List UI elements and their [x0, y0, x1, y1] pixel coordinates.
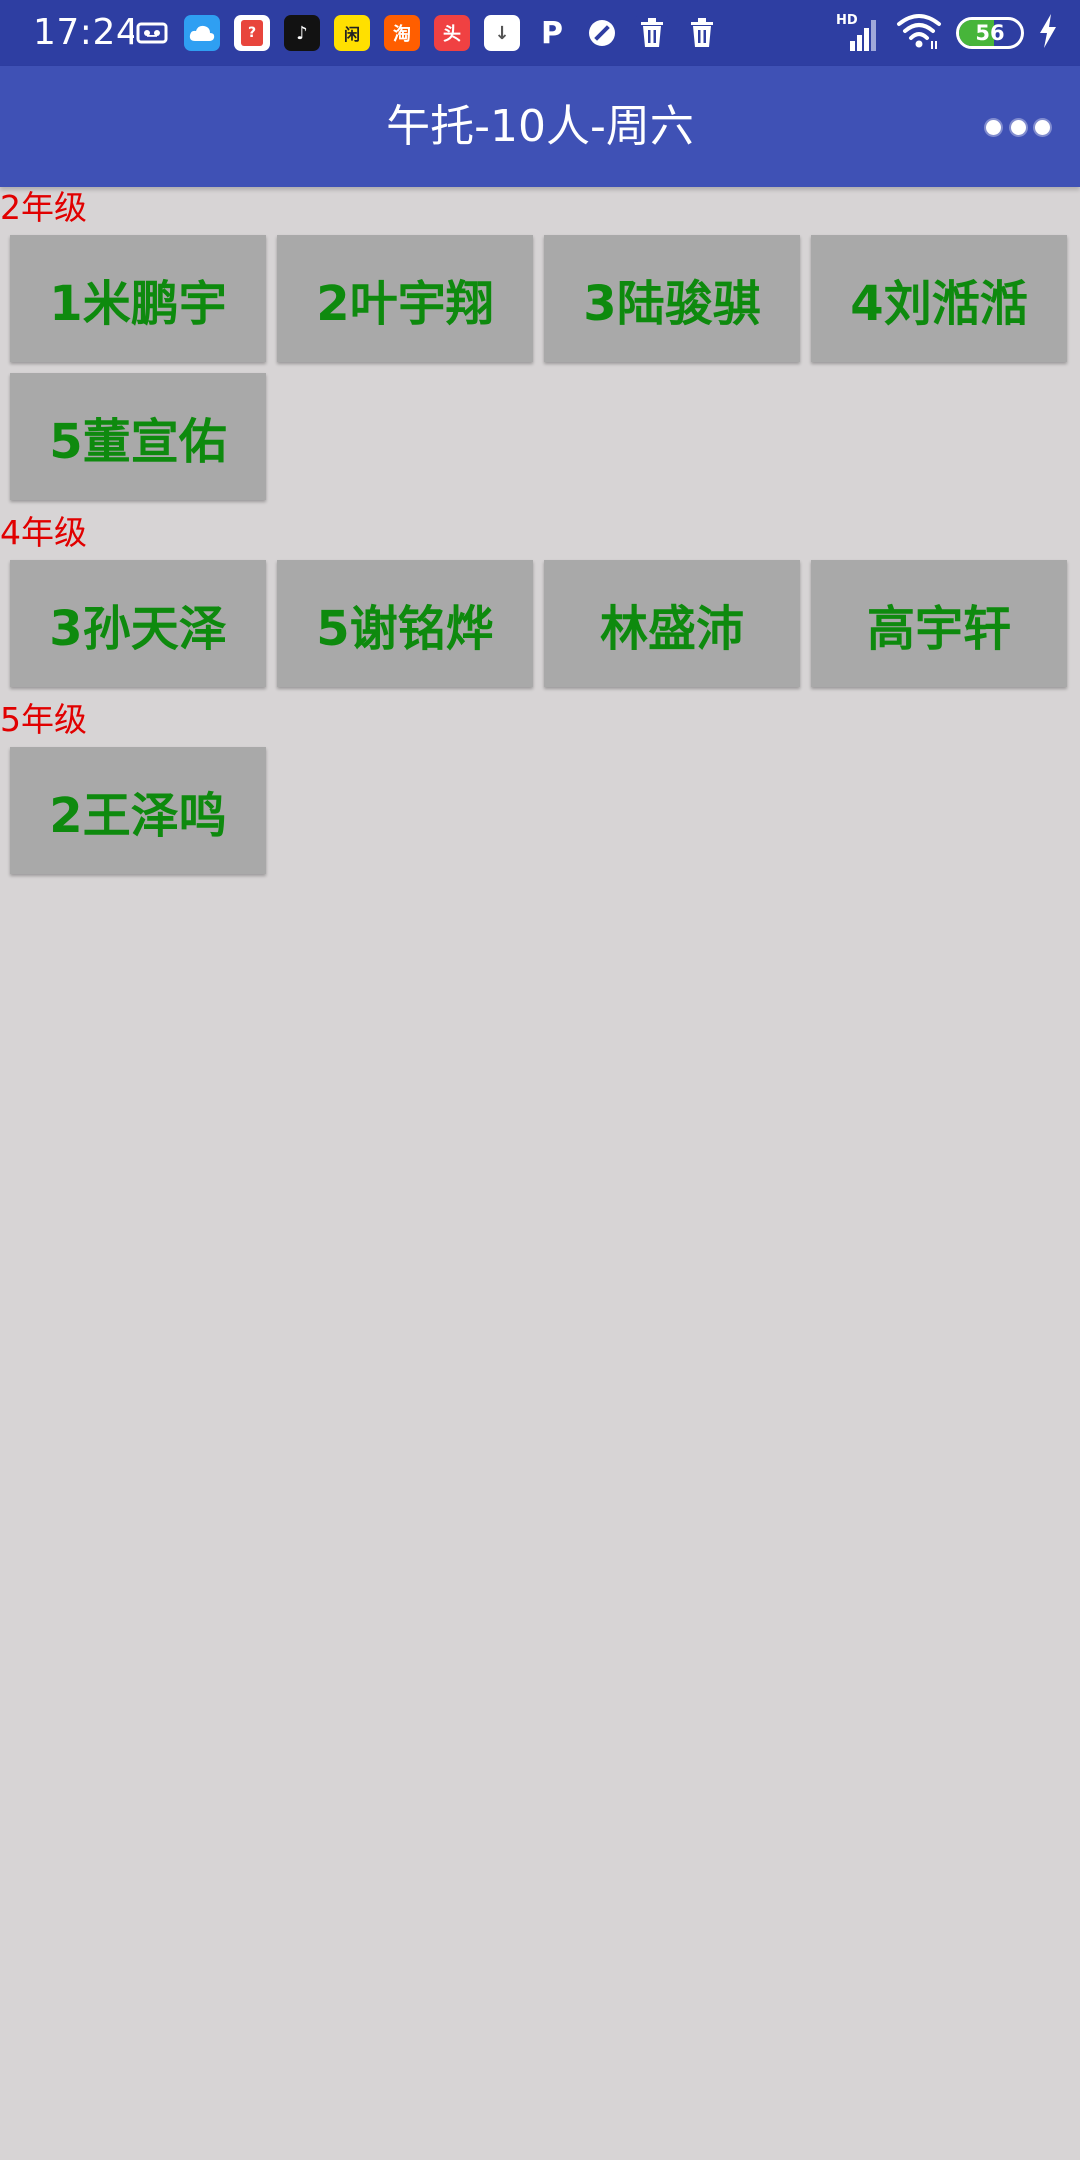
voicemail-icon — [134, 15, 170, 51]
student-grid: 1米鹏宇 2叶宇翔 3陆骏骐 4刘湉湉 5董宣佑 — [0, 225, 1080, 512]
charging-icon — [1038, 14, 1058, 52]
screen: 17:24 ? ♪ 闲淘头 ↓ P HD 56 午托-10人-周六 2年级 1米… — [0, 0, 1080, 2160]
student-button[interactable]: 3孙天泽 — [10, 560, 266, 687]
status-indicators: HD 56 — [836, 12, 1058, 54]
download-icon: ↓ — [484, 15, 520, 51]
more-options-button[interactable] — [982, 100, 1054, 154]
page-title: 午托-10人-周六 — [386, 101, 694, 152]
student-button[interactable]: 2王泽鸣 — [10, 747, 266, 874]
wifi-icon — [896, 11, 942, 55]
student-button[interactable]: 高宇轩 — [811, 560, 1067, 687]
grade-section: 4年级 3孙天泽 5谢铭烨 林盛沛 高宇轩 — [0, 512, 1080, 699]
trash-icon-2 — [684, 15, 720, 51]
student-button[interactable]: 林盛沛 — [544, 560, 800, 687]
student-button[interactable]: 5谢铭烨 — [277, 560, 533, 687]
status-time: 17:24 — [33, 12, 140, 53]
more-dot-icon — [1035, 119, 1050, 135]
student-button[interactable]: 1米鹏宇 — [10, 235, 266, 362]
grade-section: 2年级 1米鹏宇 2叶宇翔 3陆骏骐 4刘湉湉 5董宣佑 — [0, 187, 1080, 512]
app-bar: 午托-10人-周六 — [0, 66, 1080, 187]
taobao-icon: 淘 — [384, 15, 420, 51]
student-button[interactable]: 3陆骏骐 — [544, 235, 800, 362]
student-button[interactable]: 2叶宇翔 — [277, 235, 533, 362]
toutiao-icon: 头 — [434, 15, 470, 51]
notification-icons: ? ♪ 闲淘头 ↓ P — [134, 15, 720, 51]
status-bar: 17:24 ? ♪ 闲淘头 ↓ P HD 56 — [0, 0, 1080, 66]
grade-label: 5年级 — [0, 700, 87, 739]
xianyu-app-icon: 闲 — [334, 15, 370, 51]
more-dot-icon — [1010, 119, 1026, 135]
grade-list: 2年级 1米鹏宇 2叶宇翔 3陆骏骐 4刘湉湉 5董宣佑 4年级 3孙天泽 5谢铭烨 林盛沛 高宇轩… — [0, 187, 1080, 886]
block-icon — [584, 15, 620, 51]
grade-label: 4年级 — [0, 513, 87, 552]
student-button[interactable]: 4刘湉湉 — [811, 235, 1067, 362]
grade-section: 5年级 2王泽鸣 — [0, 699, 1080, 886]
svg-text:?: ? — [248, 25, 256, 41]
battery-icon: 56 — [956, 17, 1024, 49]
student-button[interactable]: 5董宣佑 — [10, 373, 266, 500]
tiktok-icon: ♪ — [284, 15, 320, 51]
student-grid: 3孙天泽 5谢铭烨 林盛沛 高宇轩 — [0, 550, 1080, 699]
question-app-icon: ? — [234, 15, 270, 51]
more-dot-icon — [986, 119, 1001, 135]
signal-icon: HD — [836, 13, 882, 53]
p-app-icon: P — [534, 15, 570, 51]
trash-icon — [634, 15, 670, 51]
hd-label: HD — [836, 13, 858, 28]
grade-label: 2年级 — [0, 188, 87, 227]
student-grid: 2王泽鸣 — [0, 737, 1080, 886]
cloud-app-icon — [184, 15, 220, 51]
battery-level: 56 — [975, 21, 1005, 45]
